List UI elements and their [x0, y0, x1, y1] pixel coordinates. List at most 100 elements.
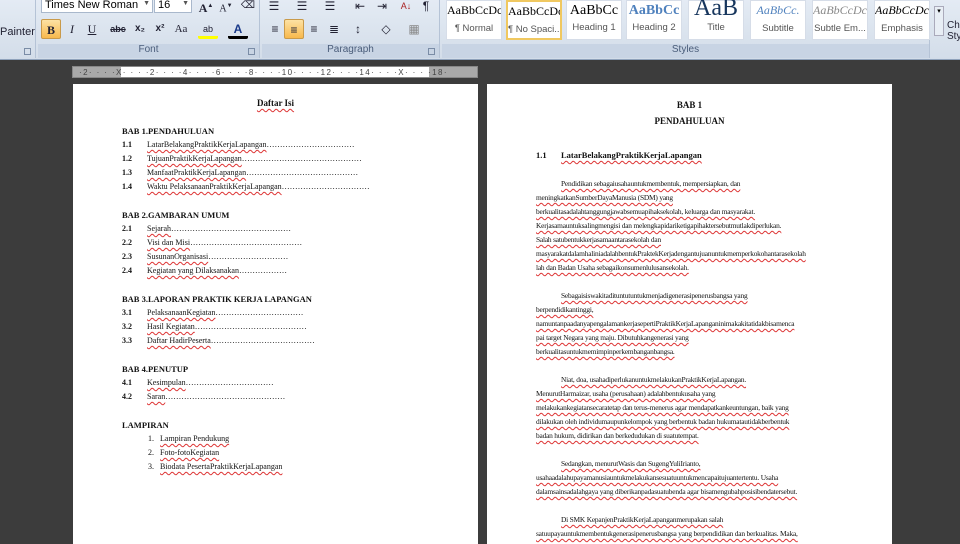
pilcrow-icon[interactable]: ¶: [416, 0, 436, 16]
shading-icon[interactable]: ◇: [376, 19, 396, 39]
toc-entry-title: Foto-fotoKegiatan: [160, 448, 220, 457]
body-text-line: melakukankegiatansecaratetap dan terus-m…: [536, 403, 789, 412]
horizontal-ruler[interactable]: ·2· · · ·X· · · ·2· · · ·4· · · ·6· · · …: [72, 66, 478, 78]
toc-entry[interactable]: 2. Foto-fotoKegiatan: [148, 448, 219, 457]
superscript-button[interactable]: x²: [150, 19, 170, 39]
bullets-icon[interactable]: ☰: [264, 0, 284, 16]
body-text-line: usahaadalahupayamanusiauntukmelakukanses…: [536, 473, 779, 482]
grow-font-icon[interactable]: A▲: [196, 0, 216, 16]
underline-button[interactable]: U: [82, 19, 102, 39]
toc-entry[interactable]: 1.4 Waktu PelaksanaanPraktikKerjaLapangan…: [122, 182, 370, 191]
body-text-line: berkualitasuntukmemimpinperkembanganbang…: [536, 347, 675, 356]
italic-button[interactable]: I: [62, 19, 82, 39]
style-heading-1[interactable]: AaBbCc Heading 1: [566, 0, 622, 40]
style-no-spacing[interactable]: AaBbCcDc ¶ No Spaci...: [506, 0, 562, 40]
font-launcher-icon[interactable]: [248, 48, 255, 55]
toc-entry-title: Sejarah: [147, 224, 171, 233]
toc-entry[interactable]: 1.2 TujuanPraktikKerjaLapangan………………………………: [122, 154, 362, 163]
toc-entry-number: 1.: [148, 434, 154, 443]
toc-entry-title: TujuanPraktikKerjaLapangan: [147, 154, 242, 163]
toc-entry[interactable]: 3.3 Daftar HadirPeserta…………………………………: [122, 336, 315, 345]
toc-entry[interactable]: 2.4 Kegiatan yang Dilaksanakan………………: [122, 266, 287, 275]
toc-chapter-heading: BAB 4.PENUTUP: [122, 364, 189, 374]
page-table-of-contents[interactable]: Daftar Isi BAB 1.PENDAHULUAN 1.1 LatarBela…: [73, 84, 478, 544]
font-size-combo[interactable]: 16 ▼: [154, 0, 192, 13]
style-preview: AaBbCc: [569, 3, 619, 18]
chapter-number: BAB 1: [676, 100, 703, 110]
style-preview: AaBbCcDc: [875, 3, 929, 17]
style-name: Title: [707, 22, 725, 33]
paragraph-launcher-icon[interactable]: [428, 48, 435, 55]
toc-entry-title: Kegiatan yang Dilaksanakan: [147, 266, 239, 275]
shrink-font-icon[interactable]: A▼: [216, 0, 236, 16]
clipboard-group: Painter: [0, 0, 36, 58]
toc-entry[interactable]: 1.3 ManfaatPraktikKerjaLapangan……………………………: [122, 168, 358, 177]
strikethrough-button[interactable]: abc: [108, 19, 128, 39]
toc-entry[interactable]: 3.2 Hasil Kegiatan……………………………………: [122, 322, 307, 331]
toc-entry[interactable]: 4.2 Saran………………………………………: [122, 392, 285, 401]
toc-title: Daftar Isi: [256, 98, 295, 108]
toc-entry[interactable]: 1. Lampiran Pendukung: [148, 434, 229, 443]
format-painter-button[interactable]: Painter: [0, 26, 35, 38]
subscript-button[interactable]: x₂: [130, 19, 150, 39]
chevron-down-icon[interactable]: ▼: [143, 0, 150, 7]
ribbon: Painter Times New Roman ▼ 16 ▼ A▲ A▼ ⌫ B I…: [0, 0, 960, 60]
line-spacing-icon[interactable]: ↕: [348, 19, 368, 39]
multilevel-list-icon[interactable]: ☰: [320, 0, 340, 16]
toc-entry[interactable]: 1.1 LatarBelakangPraktikKerjaLapangan……………: [122, 140, 355, 149]
style-normal[interactable]: AaBbCcDc ¶ Normal: [446, 0, 502, 40]
increase-indent-icon[interactable]: ⇥: [372, 0, 392, 16]
style-name: ¶ No Spaci...: [508, 24, 560, 35]
section-heading: 1.1 LatarBelakangPraktikKerjaLapangan: [536, 150, 702, 160]
change-styles-button[interactable]: Change Styles: [947, 20, 960, 44]
toc-entry[interactable]: 2.1 Sejarah………………………………………: [122, 224, 291, 233]
align-center-icon[interactable]: ≡: [284, 19, 304, 39]
clear-formatting-icon[interactable]: ⌫: [238, 0, 258, 16]
align-right-icon[interactable]: ≡: [304, 19, 324, 39]
body-text-line: MenurutHarmaizar, usaha (perusahaan) ada…: [536, 389, 716, 398]
style-heading-2[interactable]: AaBbCc Heading 2: [626, 0, 682, 40]
clipboard-launcher-icon[interactable]: [24, 48, 31, 55]
toc-entry[interactable]: 3.1 PelaksanaanKegiatan……………………………: [122, 308, 303, 317]
toc-entry[interactable]: 3. Biodata PesertaPraktikKerjaLapangan: [148, 462, 282, 471]
font-size-value: 16: [158, 0, 171, 11]
toc-entry[interactable]: 2.3 SusunanOrganisasi…………………………: [122, 252, 288, 261]
decrease-indent-icon[interactable]: ⇤: [350, 0, 370, 16]
toc-entry-leader: …………………………: [208, 252, 289, 261]
align-left-icon[interactable]: ≡: [265, 19, 285, 39]
style-title[interactable]: AaB Title: [688, 0, 744, 40]
paragraph-group-label: Paragraph: [262, 44, 439, 58]
bold-button[interactable]: B: [41, 19, 61, 39]
toc-entry-title: Daftar HadirPeserta: [147, 336, 211, 345]
toc-entry[interactable]: 2.2 Visi dan Misi……………………………………: [122, 238, 302, 247]
change-case-button[interactable]: Aa: [171, 19, 191, 39]
page-chapter-1[interactable]: BAB 1 PENDAHULUAN 1.1 LatarBelakangPrakti…: [487, 84, 892, 544]
numbering-icon[interactable]: ☰: [292, 0, 312, 16]
style-preview: AaBbCcDc: [813, 3, 867, 17]
style-subtitle[interactable]: AaBbCc. Subtitle: [750, 0, 806, 40]
body-text-line: Niat, doa, usahadiperlukanuntukmelakukan…: [561, 375, 747, 384]
justify-icon[interactable]: ≣: [324, 19, 344, 39]
style-emphasis[interactable]: AaBbCcDc Emphasis: [874, 0, 930, 40]
toc-entry-leader: …………………………………: [210, 336, 315, 345]
toc-entry[interactable]: 4.1 Kesimpulan……………………………: [122, 378, 274, 387]
styles-scroll-icon[interactable]: ▾: [934, 6, 944, 36]
toc-entry-leader: ……………………………………: [190, 238, 303, 247]
toc-chapter-heading: BAB 3.LAPORAN PRAKTIK KERJA LAPANGAN: [122, 294, 312, 304]
body-text-line: Sedangkan, menurutWasis dan SugengYuliIr…: [561, 459, 701, 468]
borders-icon[interactable]: ▦: [404, 19, 424, 39]
highlight-icon[interactable]: ab: [198, 19, 218, 39]
body-text-line: dilakukan oleh individumaupunkelompok ya…: [536, 417, 790, 426]
toc-chapter-heading: LAMPIRAN: [122, 420, 169, 430]
toc-entry-number: 3.1: [122, 308, 132, 317]
body-text-line: Pendidikan sebagaiusahauntukmembentuk, m…: [561, 179, 741, 188]
toc-entry-title: Waktu PelaksanaanPraktikKerjaLapangan: [147, 182, 282, 191]
font-color-icon[interactable]: A: [228, 19, 248, 39]
toc-entry-number: 2.2: [122, 238, 132, 247]
font-name-combo[interactable]: Times New Roman ▼: [41, 0, 153, 13]
style-subtle-emphasis[interactable]: AaBbCcDc Subtle Em...: [812, 0, 868, 40]
toc-entry-title: SusunanOrganisasi: [147, 252, 209, 261]
sort-icon[interactable]: A↓: [396, 0, 416, 16]
toc-entry-title: Visi dan Misi: [147, 238, 191, 247]
chevron-down-icon[interactable]: ▼: [182, 0, 189, 7]
